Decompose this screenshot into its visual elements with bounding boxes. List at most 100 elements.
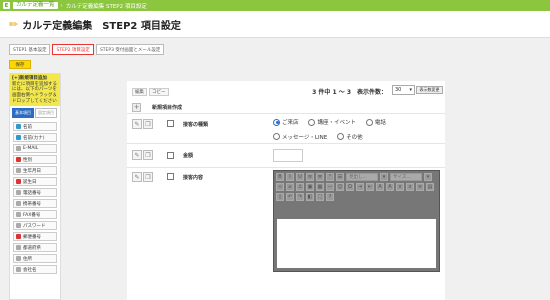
palette-item-phone[interactable]: 電話番号	[13, 188, 57, 198]
size-select[interactable]: サイズ…	[390, 173, 422, 181]
palette-item-label: FAX番号	[23, 212, 41, 218]
per-page-select[interactable]: 30 ▾	[392, 85, 415, 95]
palette-item-address[interactable]: 住所	[13, 254, 57, 264]
edit-pencil-icon[interactable]: ✎	[132, 119, 142, 129]
step-1[interactable]: STEP1 基本設定	[9, 44, 51, 55]
breadcrumb-link[interactable]: カルテ定義一覧	[13, 2, 58, 9]
edit-pencil-icon[interactable]: ✎	[132, 150, 142, 160]
editor-toolbar: B I U ≡ ≣ " ☰ 見出し… ▾ サイズ… ▾ ∞ ⌀ ⚓ ▣ ▦ — …	[274, 171, 439, 203]
chevron-down-icon[interactable]: ▾	[424, 173, 432, 181]
phone-icon	[16, 190, 21, 196]
radio-option[interactable]: 講座・イベント	[308, 118, 356, 126]
chevron-down-icon[interactable]: ▾	[380, 173, 388, 181]
add-item-button[interactable]: +	[132, 103, 141, 112]
palette-item-postal[interactable]: 郵便番号	[13, 232, 57, 242]
item-row: ✎ ❐ 接客の種類 ご来店 講座・イベント 電話 メッセージ・LINE その他	[127, 114, 445, 144]
row-checkbox[interactable]	[167, 120, 174, 127]
palette-item-email[interactable]: E-MAIL	[13, 144, 57, 154]
copy-icon[interactable]: ❐	[143, 150, 153, 160]
list-icon[interactable]: ≡	[306, 173, 314, 181]
copy-icon[interactable]: ❐	[143, 172, 153, 182]
field-label: 金額	[183, 153, 194, 159]
radio-icon	[308, 118, 316, 126]
user-kana-icon	[16, 135, 21, 141]
copy-button[interactable]: コピー	[149, 88, 169, 96]
source-icon[interactable]: ◧	[306, 193, 314, 201]
radio-label: ご来店	[282, 120, 299, 126]
palette-item-fax[interactable]: FAX番号	[13, 210, 57, 220]
block-icon[interactable]: ▤	[426, 183, 434, 191]
italic-icon[interactable]: I	[286, 173, 294, 181]
radio-option[interactable]: その他	[337, 133, 363, 141]
ordered-list-icon[interactable]: ≣	[316, 173, 324, 181]
outdent-icon[interactable]: ⇤	[366, 183, 374, 191]
color-icon[interactable]: A	[376, 183, 384, 191]
fullscreen-icon[interactable]: ⛶	[316, 193, 324, 201]
tab-basic-items[interactable]: 基本項目	[12, 108, 34, 119]
edit-button[interactable]: 編集	[132, 88, 147, 96]
palette-item-name[interactable]: 名前	[13, 122, 57, 132]
bold-icon[interactable]: B	[276, 173, 284, 181]
palette-item-label: 名前	[23, 124, 32, 130]
quote-icon[interactable]: "	[326, 173, 334, 181]
palette-item-label: 都道府県	[23, 245, 41, 251]
row-checkbox[interactable]	[167, 152, 174, 159]
palette-item-label: 携帯番号	[23, 201, 41, 207]
radio-option[interactable]: メッセージ・LINE	[273, 133, 327, 141]
user-icon	[16, 124, 21, 130]
postal-icon	[16, 234, 21, 240]
palette-item-gender[interactable]: 性別	[13, 155, 57, 165]
help-icon[interactable]: ?	[326, 193, 334, 201]
palette-item-mobile[interactable]: 携帯番号	[13, 199, 57, 209]
anchor-icon[interactable]: ⚓	[296, 183, 304, 191]
palette-item-name-kana[interactable]: 名前(カナ)	[13, 133, 57, 143]
row-checkbox[interactable]	[167, 173, 174, 180]
page-title: カルテ定義編集 STEP2 項目設定	[22, 20, 181, 32]
palette-item-label: パスワード	[23, 223, 46, 229]
align-icon[interactable]: ☰	[336, 173, 344, 181]
table-icon[interactable]: ▦	[316, 183, 324, 191]
home-icon[interactable]: E	[3, 2, 10, 9]
topbar: E カルテ定義一覧 › カルテ定義編集 STEP2 項目設定	[0, 0, 550, 11]
step-2[interactable]: STEP2 項目設定	[52, 44, 94, 55]
radio-option[interactable]: 電話	[365, 118, 386, 126]
editor-body[interactable]	[277, 219, 436, 268]
item-list: 編集 コピー 3 件中 1 ～ 3 表示件数： 30 ▾ 表示数変更 + 新規項…	[127, 81, 445, 300]
justify-icon[interactable]: ≡	[416, 183, 424, 191]
palette-item-birthday[interactable]: 誕生日	[13, 177, 57, 187]
underline-icon[interactable]: U	[296, 173, 304, 181]
page-icon[interactable]: ▯	[276, 193, 284, 201]
birthday-icon	[16, 168, 21, 174]
palette-item-company[interactable]: 会社名	[13, 265, 57, 275]
bgcolor-icon[interactable]: A	[386, 183, 394, 191]
step-3[interactable]: STEP3 受付画面とメール設定	[95, 44, 165, 55]
special-char-icon[interactable]: Ω	[346, 183, 354, 191]
image-icon[interactable]: ▣	[306, 183, 314, 191]
subscript-icon[interactable]: x	[396, 183, 404, 191]
smiley-icon[interactable]: ☺	[336, 183, 344, 191]
redo-icon[interactable]: ↷	[296, 193, 304, 201]
edit-pencil-icon[interactable]: ✎	[132, 172, 142, 182]
palette-item-label: E-MAIL	[23, 146, 39, 152]
superscript-icon[interactable]: x	[406, 183, 414, 191]
save-button[interactable]: 保存	[9, 60, 31, 69]
rich-text-editor: B I U ≡ ≣ " ☰ 見出し… ▾ サイズ… ▾ ∞ ⌀ ⚓ ▣ ▦ — …	[273, 170, 440, 272]
palette-item-birthdate[interactable]: 生年月日	[13, 166, 57, 176]
undo-icon[interactable]: ↶	[286, 193, 294, 201]
unlink-icon[interactable]: ⌀	[286, 183, 294, 191]
link-icon[interactable]: ∞	[276, 183, 284, 191]
palette-item-prefecture[interactable]: 都道府県	[13, 243, 57, 253]
per-page-button[interactable]: 表示数変更	[416, 86, 443, 94]
result-count: 3 件中 1 ～ 3 表示件数：	[312, 89, 387, 96]
palette-item-password[interactable]: パスワード	[13, 221, 57, 231]
company-icon	[16, 267, 21, 273]
field-label: 接客内容	[183, 175, 204, 181]
copy-icon[interactable]: ❐	[143, 119, 153, 129]
tab-fixed-items[interactable]: 固定項目	[35, 108, 57, 119]
item-row: ✎ ❐ 金額	[127, 144, 445, 168]
indent-icon[interactable]: ⇥	[356, 183, 364, 191]
radio-option[interactable]: ご来店	[273, 118, 299, 126]
hr-icon[interactable]: —	[326, 183, 334, 191]
amount-input[interactable]	[273, 149, 303, 162]
format-select[interactable]: 見出し…	[346, 173, 378, 181]
